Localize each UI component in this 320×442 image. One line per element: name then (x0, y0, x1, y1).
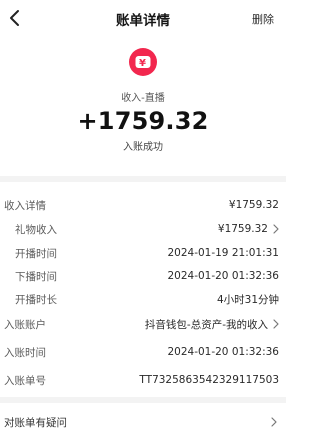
amount: +1759.32 (77, 107, 209, 135)
income-detail-value: ¥1759.32 (228, 199, 279, 211)
end-time-row: 下播时间 2024-01-20 01:32:36 (0, 266, 286, 286)
gift-income-label: 礼物收入 (15, 223, 57, 236)
page-title: 账单详情 (116, 13, 170, 29)
account-label: 入账账户 (4, 318, 46, 331)
income-source: 收入-直播 (121, 93, 165, 104)
delete-button[interactable]: 删除 (252, 11, 274, 27)
svg-text:¥: ¥ (139, 58, 146, 69)
account-value: 抖音钱包-总资产-我的收入 (144, 318, 268, 331)
start-time-row: 开播时间 2024-01-19 21:01:31 (0, 243, 286, 263)
duration-value: 4小时31分钟 (216, 293, 279, 306)
order-number-value: TT7325863542329117503 (139, 374, 279, 386)
gift-income-value: ¥1759.32 (217, 223, 268, 235)
chevron-right-icon (273, 224, 279, 234)
entry-time-label: 入账时间 (4, 346, 46, 359)
section-divider (0, 397, 286, 403)
income-detail-label: 收入详情 (4, 199, 46, 212)
end-time-value: 2024-01-20 01:32:36 (167, 270, 279, 282)
entry-time-value: 2024-01-20 01:32:36 (167, 346, 279, 358)
chevron-right-icon (273, 319, 279, 329)
start-time-value: 2024-01-19 21:01:31 (167, 247, 279, 259)
duration-row: 开播时长 4小时31分钟 (0, 289, 286, 309)
bill-summary: ¥ 收入-直播 +1759.32 入账成功 (0, 48, 286, 153)
gift-income-row[interactable]: 礼物收入 ¥1759.32 (0, 219, 286, 239)
gift-income-value-wrap: ¥1759.32 (218, 223, 279, 235)
section-divider (0, 176, 286, 182)
status-text: 入账成功 (123, 142, 163, 153)
wallet-yen-icon: ¥ (129, 48, 157, 76)
start-time-label: 开播时间 (15, 247, 57, 260)
entry-time-row: 入账时间 2024-01-20 01:32:36 (0, 342, 286, 362)
order-number-row: 入账单号 TT7325863542329117503 (0, 370, 286, 390)
account-row[interactable]: 入账账户 抖音钱包-总资产-我的收入 (0, 314, 286, 334)
end-time-label: 下播时间 (15, 270, 57, 283)
order-number-label: 入账单号 (4, 374, 46, 387)
income-detail-row: 收入详情 ¥1759.32 (0, 195, 286, 215)
account-value-wrap: 抖音钱包-总资产-我的收入 (145, 317, 279, 332)
chevron-right-icon (271, 417, 277, 427)
dispute-row[interactable]: 对账单有疑问 (0, 410, 286, 434)
duration-label: 开播时长 (15, 293, 57, 306)
dispute-label: 对账单有疑问 (4, 417, 67, 429)
top-bar: 账单详情 删除 (0, 0, 286, 38)
